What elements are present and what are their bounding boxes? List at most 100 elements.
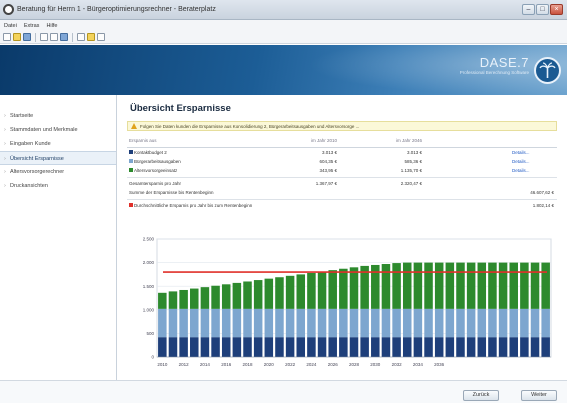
bar-segment	[445, 337, 455, 357]
bar-segment	[168, 291, 178, 309]
bar-segment	[477, 262, 487, 309]
x-tick-label: 2010	[157, 362, 168, 367]
sidebar-item-eingaben[interactable]: Eingaben Kunde	[0, 137, 116, 151]
bar-segment	[307, 337, 316, 357]
sidebar-item-stammdaten[interactable]: Stammdaten und Merkmale	[0, 123, 116, 137]
details-link[interactable]: Details...	[512, 166, 530, 175]
bar-segment	[253, 280, 263, 309]
bar-segment	[498, 308, 508, 338]
bar-segment	[498, 262, 508, 309]
table-row: Bürgerarbeitsausgaben 604,35 € 585,36 € …	[127, 157, 557, 166]
info-icon[interactable]	[97, 33, 105, 41]
total-label: Gesamtersparnis pro Jahr	[129, 181, 182, 186]
total-label: Summe der Ersparnisse bis Rentenbeginn	[129, 190, 214, 195]
x-tick-label: 2014	[200, 362, 211, 367]
bar-segment	[307, 272, 316, 309]
sidebar-item-altersvorsorge[interactable]: Altersvorsorgerechner	[0, 165, 116, 179]
save-icon[interactable]	[23, 33, 31, 41]
bar-segment	[200, 337, 210, 357]
menu-datei[interactable]: Datei	[4, 23, 17, 29]
brand-name: DASE.7	[479, 55, 529, 70]
bar-segment	[488, 337, 497, 357]
bar-segment	[264, 278, 274, 309]
maximize-button[interactable]: □	[536, 4, 549, 15]
sidebar-item-druckansichten[interactable]: Druckansichten	[0, 179, 116, 193]
total-row: Gesamtersparnis pro Jahr 1.367,97 € 2.32…	[127, 179, 557, 188]
row-value-end: 585,36 €	[404, 159, 422, 164]
brand-tagline: Professional Berechnung Software	[459, 70, 529, 75]
header-year-start: im Jahr 2010	[310, 138, 337, 143]
average-row: Durchschnittliche Ersparnis pro Jahr bis…	[127, 201, 557, 210]
bar-segment	[190, 337, 199, 357]
row-label: Altersvorsorgeeinsatz	[134, 168, 178, 173]
preview-icon[interactable]	[50, 33, 58, 41]
palm-logo-icon	[534, 57, 561, 84]
legend-swatch	[129, 168, 133, 172]
bar-segment	[285, 275, 295, 309]
bar-segment	[466, 337, 476, 357]
bar-segment	[434, 262, 444, 309]
bar-segment	[402, 262, 412, 309]
bar-segment	[402, 308, 412, 338]
bar-segment	[264, 308, 274, 338]
bar-segment	[392, 308, 401, 338]
info-banner: Folgen Sie Daten kunden die Ersparnisse …	[127, 121, 557, 131]
print-icon[interactable]	[40, 33, 48, 41]
x-tick-label: 2036	[434, 362, 445, 367]
close-button[interactable]: ×	[550, 4, 563, 15]
app-icon	[3, 4, 14, 15]
bar-segment	[328, 270, 337, 309]
next-button[interactable]: Weiter	[521, 390, 557, 401]
y-tick-label: 2.000	[143, 260, 155, 265]
y-tick-label: 0	[151, 355, 154, 360]
sidebar-item-startseite[interactable]: Startseite	[0, 109, 116, 123]
minimize-button[interactable]: –	[522, 4, 535, 15]
bar-segment	[509, 262, 518, 309]
average-value: 1.802,14 €	[532, 203, 554, 208]
bar-segment	[328, 337, 337, 357]
menu-hilfe[interactable]: Hilfe	[46, 23, 57, 29]
row-value-start: 3.013 €	[321, 150, 337, 155]
bar-segment	[381, 308, 391, 338]
calculator-icon[interactable]	[87, 33, 95, 41]
bar-segment	[520, 262, 529, 309]
x-tick-label: 2022	[285, 362, 296, 367]
bar-segment	[466, 262, 476, 309]
details-link[interactable]: Details...	[512, 148, 530, 157]
bar-segment	[541, 337, 550, 357]
bar-segment	[466, 308, 476, 338]
export-icon[interactable]	[60, 33, 68, 41]
table-divider	[127, 197, 557, 200]
bar-segment	[456, 262, 465, 309]
header-year-end: im Jahr 2046	[395, 138, 422, 143]
title-bar: Beratung für Herrn 1 - Bürgeroptimierung…	[0, 0, 567, 20]
bar-segment	[424, 337, 433, 357]
back-button[interactable]: Zurück	[463, 390, 499, 401]
x-tick-label: 2020	[264, 362, 275, 367]
bar-segment	[285, 337, 295, 357]
bar-segment	[339, 308, 348, 338]
bar-segment	[530, 262, 540, 309]
bar-segment	[253, 308, 263, 338]
legend-swatch	[129, 150, 133, 154]
open-icon[interactable]	[13, 33, 21, 41]
table-divider	[127, 175, 557, 178]
sidebar-item-uebersicht[interactable]: Übersicht Ersparnisse	[0, 151, 116, 166]
filter-icon[interactable]	[77, 33, 85, 41]
bar-segment	[243, 308, 252, 338]
main-content: Übersicht Ersparnisse Folgen Sie Daten k…	[127, 95, 560, 377]
bar-segment	[317, 308, 327, 338]
details-link[interactable]: Details...	[512, 157, 530, 166]
bar-segment	[158, 337, 167, 357]
toolbar	[0, 31, 567, 44]
bar-segment	[243, 281, 252, 309]
menu-extras[interactable]: Extras	[24, 23, 40, 29]
bar-segment	[456, 308, 465, 338]
savings-chart: 0 500 1.000 1.500 2.000 2.500 2010 2012 2014 2016…	[127, 233, 560, 377]
x-tick-label: 2032	[392, 362, 403, 367]
bar-segment	[168, 337, 178, 357]
y-tick-label: 500	[146, 331, 154, 336]
bar-segment	[211, 337, 220, 357]
new-icon[interactable]	[3, 33, 11, 41]
bar-segment	[349, 308, 359, 338]
